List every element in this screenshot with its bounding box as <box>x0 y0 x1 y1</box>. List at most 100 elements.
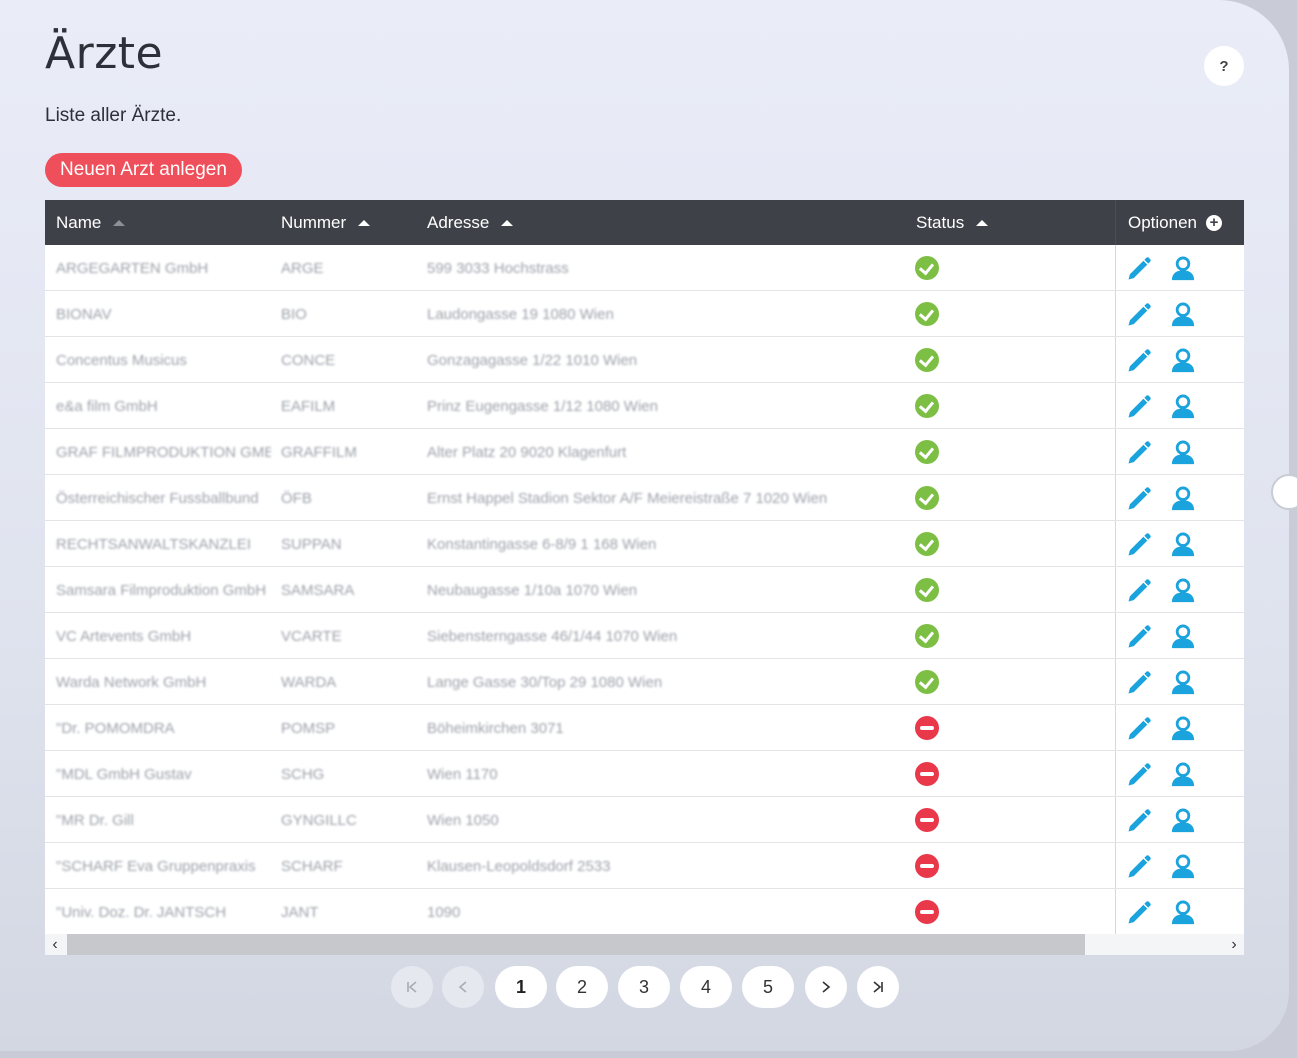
status-inactive-icon <box>915 854 939 878</box>
pagination: 12345 <box>0 966 1289 1008</box>
cell-name: GRAF FILMPRODUKTION GMBH <box>56 443 271 461</box>
cell-name: BIONAV <box>56 305 112 323</box>
user-icon[interactable] <box>1169 439 1197 467</box>
page-button[interactable]: 1 <box>495 966 547 1008</box>
horizontal-scrollbar[interactable]: ‹ › <box>45 934 1244 955</box>
column-header-number[interactable]: Nummer <box>281 200 371 245</box>
status-active-icon <box>915 578 939 602</box>
edit-icon[interactable] <box>1125 623 1153 651</box>
table-row[interactable]: Concentus Musicus CONCE Gonzagagasse 1/22 … <box>45 337 1244 383</box>
cell-name: "Dr. POMOMDRA <box>56 719 175 737</box>
user-icon[interactable] <box>1169 577 1197 605</box>
edit-icon[interactable] <box>1125 347 1153 375</box>
column-header-status[interactable]: Status <box>916 200 989 245</box>
column-header-name[interactable]: Name <box>56 200 126 245</box>
cell-name: "MDL GmbH Gustav <box>56 765 192 783</box>
user-icon[interactable] <box>1169 853 1197 881</box>
edit-icon[interactable] <box>1125 761 1153 789</box>
user-icon[interactable] <box>1169 393 1197 421</box>
cell-number: ARGE <box>281 259 324 277</box>
scrollbar-thumb[interactable] <box>67 934 1085 955</box>
table-row[interactable]: RECHTSANWALTSKANZLEI SUPPAN Konstantingass… <box>45 521 1244 567</box>
edit-icon[interactable] <box>1125 393 1153 421</box>
help-button[interactable]: ? <box>1204 46 1244 86</box>
cell-name: "MR Dr. Gill <box>56 811 134 829</box>
cell-number: EAFILM <box>281 397 336 415</box>
first-page-icon <box>407 981 417 993</box>
edit-icon[interactable] <box>1125 577 1153 605</box>
cell-number: JANT <box>281 903 319 921</box>
column-header-address[interactable]: Adresse <box>427 200 514 245</box>
table-row[interactable]: Samsara Filmproduktion GmbH SAMSARA Neubau… <box>45 567 1244 613</box>
first-page-button[interactable] <box>391 966 433 1008</box>
table-row[interactable]: "Dr. POMOMDRA POMSP Böheimkirchen 3071 <box>45 705 1244 751</box>
user-icon[interactable] <box>1169 669 1197 697</box>
user-icon[interactable] <box>1169 485 1197 513</box>
edit-icon[interactable] <box>1125 715 1153 743</box>
table-row[interactable]: ARGEGARTEN GmbH ARGE 599 3033 Hochstrass <box>45 245 1244 291</box>
scroll-right-icon[interactable]: › <box>1224 934 1244 955</box>
edit-icon[interactable] <box>1125 255 1153 283</box>
column-label: Nummer <box>281 212 347 232</box>
user-icon[interactable] <box>1169 255 1197 283</box>
new-doctor-button[interactable]: Neuen Arzt anlegen <box>45 153 242 187</box>
page-button[interactable]: 5 <box>742 966 794 1008</box>
page-title: Ärzte <box>45 28 164 79</box>
cell-address: Wien 1050 <box>427 811 499 829</box>
edit-icon[interactable] <box>1125 531 1153 559</box>
edit-icon[interactable] <box>1125 807 1153 835</box>
status-inactive-icon <box>915 716 939 740</box>
cell-address: Lange Gasse 30/Top 29 1080 Wien <box>427 673 663 691</box>
cell-number: ÖFB <box>281 489 312 507</box>
cell-name: "SCHARF Eva Gruppenpraxis <box>56 857 256 875</box>
sort-asc-icon <box>358 219 371 226</box>
table-row[interactable]: "MR Dr. Gill GYNGILLC Wien 1050 <box>45 797 1244 843</box>
cell-number: BIO <box>281 305 307 323</box>
last-page-button[interactable] <box>857 966 899 1008</box>
table-row[interactable]: GRAF FILMPRODUKTION GMBH GRAFFILM Alter Pl… <box>45 429 1244 475</box>
user-icon[interactable] <box>1169 623 1197 651</box>
cell-address: Böheimkirchen 3071 <box>427 719 564 737</box>
page-button[interactable]: 4 <box>680 966 732 1008</box>
sort-asc-icon <box>976 219 989 226</box>
cell-address: Wien 1170 <box>427 765 498 783</box>
user-icon[interactable] <box>1169 899 1197 927</box>
table-row[interactable]: "MDL GmbH Gustav SCHG Wien 1170 <box>45 751 1244 797</box>
page-button[interactable]: 3 <box>618 966 670 1008</box>
table-row[interactable]: Österreichischer Fussballbund ÖFB Ernst Ha… <box>45 475 1244 521</box>
user-icon[interactable] <box>1169 531 1197 559</box>
edit-icon[interactable] <box>1125 439 1153 467</box>
user-icon[interactable] <box>1169 807 1197 835</box>
table-row[interactable]: Warda Network GmbH WARDA Lange Gasse 30/To… <box>45 659 1244 705</box>
table-row[interactable]: "SCHARF Eva Gruppenpraxis SCHARF Klausen-L… <box>45 843 1244 889</box>
column-label: Status <box>916 212 965 232</box>
status-active-icon <box>915 624 939 648</box>
status-inactive-icon <box>915 762 939 786</box>
prev-page-button[interactable] <box>442 966 484 1008</box>
next-page-button[interactable] <box>805 966 847 1008</box>
table-row[interactable]: "Univ. Doz. Dr. JANTSCH JANT 1090 <box>45 889 1244 935</box>
user-icon[interactable] <box>1169 715 1197 743</box>
scroll-left-icon[interactable]: ‹ <box>45 934 65 955</box>
user-icon[interactable] <box>1169 347 1197 375</box>
user-icon[interactable] <box>1169 761 1197 789</box>
edit-icon[interactable] <box>1125 301 1153 329</box>
edit-icon[interactable] <box>1125 485 1153 513</box>
page-subtitle: Liste aller Ärzte. <box>45 105 182 126</box>
status-active-icon <box>915 302 939 326</box>
user-icon[interactable] <box>1169 301 1197 329</box>
status-active-icon <box>915 256 939 280</box>
cell-name: e&a film GmbH <box>56 397 158 415</box>
column-label: Name <box>56 212 102 232</box>
table-header: Name Nummer Adresse Status Optionen + <box>45 200 1244 245</box>
edit-icon[interactable] <box>1125 669 1153 697</box>
cell-number: GYNGILLC <box>281 811 357 829</box>
edit-icon[interactable] <box>1125 853 1153 881</box>
table-row[interactable]: BIONAV BIO Laudongasse 19 1080 Wien <box>45 291 1244 337</box>
add-column-icon[interactable]: + <box>1206 214 1222 231</box>
edit-icon[interactable] <box>1125 899 1153 927</box>
page-button[interactable]: 2 <box>556 966 608 1008</box>
table-row[interactable]: e&a film GmbH EAFILM Prinz Eugengasse 1/12… <box>45 383 1244 429</box>
table-row[interactable]: VC Artevents GmbH VCARTE Siebensterngasse … <box>45 613 1244 659</box>
status-inactive-icon <box>915 900 939 924</box>
